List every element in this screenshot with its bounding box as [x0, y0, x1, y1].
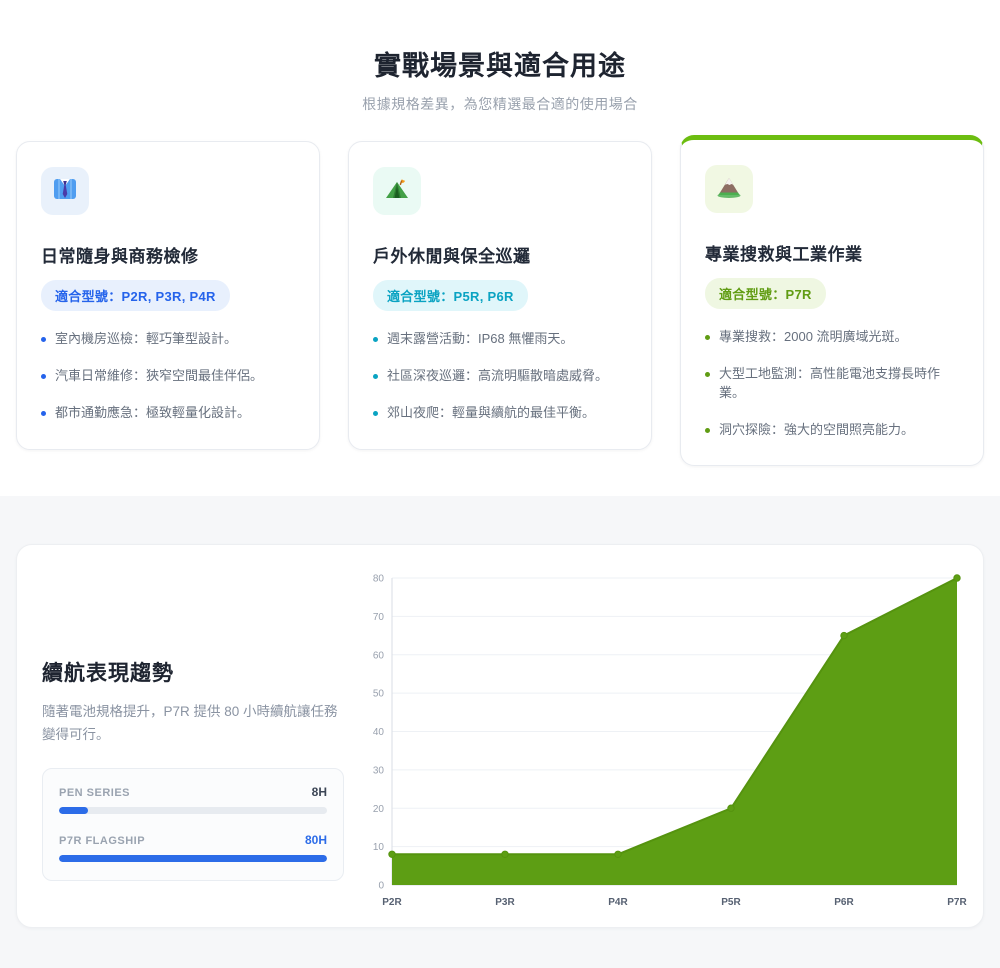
svg-text:10: 10: [373, 843, 385, 854]
bullet-dot: [705, 335, 710, 340]
progress-track: [59, 806, 327, 814]
list-item: 汽車日常維修：狹窄空間最佳伴侶。: [41, 367, 295, 386]
progress-fill: [59, 854, 327, 862]
card-title: 專業搜救與工業作業: [705, 245, 863, 264]
battery-bar-p7r-flagship: P7R FLAGSHIP 80H: [59, 833, 327, 862]
mountain-icon: [714, 172, 744, 207]
page-subtitle: 根據規格差異，為您精選最合適的使用場合: [362, 96, 638, 112]
battery-trend-chart: 0 10 20 30 40 50 60 70 80 P2R P3R P4R P5R P6R P7R: [373, 574, 968, 909]
battery-bar-pen-series: PEN SERIES 8H: [59, 785, 327, 814]
progress-track: [59, 854, 327, 862]
svg-text:0: 0: [378, 881, 384, 892]
list-item: 大型工地監測：高性能電池支撐長時作業。: [705, 365, 959, 403]
bar-label: P7R FLAGSHIP: [59, 834, 146, 847]
bullet-text: 大型工地監測：高性能電池支撐長時作業。: [719, 365, 941, 400]
svg-text:20: 20: [373, 804, 385, 815]
camping-tent-icon: [382, 174, 412, 209]
necktie-icon: [50, 174, 80, 209]
card-daily-business: 日常隨身與商務檢修 適合型號：P2R, P3R, P4R 室內機房巡檢：輕巧筆型…: [16, 141, 320, 450]
svg-text:40: 40: [373, 727, 385, 738]
battery-trend-description: 隨著電池規格提升，P7R 提供 80 小時續航讓任務變得可行。: [42, 704, 338, 742]
card-professional-industrial: 專業搜救與工業作業 適合型號：P7R 專業搜救：2000 流明廣域光斑。 大型工…: [680, 135, 984, 467]
list-item: 社區深夜巡邏：高流明驅散暗處威脅。: [373, 367, 627, 386]
svg-text:60: 60: [373, 651, 385, 662]
card-icon-box: [705, 165, 753, 213]
bullet-dot: [373, 410, 378, 416]
model-badge: 適合型號：P5R, P6R: [373, 280, 528, 311]
list-item: 週末露營活動：IP68 無懼雨天。: [373, 330, 627, 349]
svg-text:80: 80: [373, 574, 385, 585]
bullet-text: 郊山夜爬：輕量與續航的最佳平衡。: [387, 404, 596, 420]
bar-label: PEN SERIES: [59, 786, 131, 799]
list-item: 都市通勤應急：極致輕量化設計。: [41, 404, 295, 423]
list-item: 專業搜救：2000 流明廣域光斑。: [705, 328, 959, 347]
svg-text:P4R: P4R: [608, 897, 628, 908]
battery-trend-copy: 續航表現趨勢 隨著電池規格提升，P7R 提供 80 小時續航讓任務變得可行。 P…: [42, 657, 344, 881]
bar-value: 8H: [311, 784, 327, 799]
svg-text:P6R: P6R: [834, 897, 854, 908]
svg-text:P3R: P3R: [495, 897, 515, 908]
bullet-text: 社區深夜巡邏：高流明驅散暗處威脅。: [387, 367, 609, 383]
card-icon-box: [41, 167, 89, 215]
bullet-text: 都市通勤應急：極致輕量化設計。: [55, 404, 251, 420]
svg-text:70: 70: [373, 612, 385, 623]
list-item: 室內機房巡檢：輕巧筆型設計。: [41, 330, 295, 349]
model-badge: 適合型號：P2R, P3R, P4R: [41, 280, 230, 311]
bullet-text: 專業搜救：2000 流明廣域光斑。: [719, 329, 908, 344]
bullet-text: 室內機房巡檢：輕巧筆型設計。: [55, 331, 238, 346]
progress-fill: [59, 806, 89, 814]
svg-text:50: 50: [373, 689, 385, 700]
svg-text:30: 30: [373, 766, 385, 777]
bullet-dot: [41, 373, 46, 379]
list-item: 郊山夜爬：輕量與續航的最佳平衡。: [373, 404, 627, 423]
bullet-list: 專業搜救：2000 流明廣域光斑。 大型工地監測：高性能電池支撐長時作業。 洞穴…: [705, 328, 959, 439]
battery-trend-band: 續航表現趨勢 隨著電池規格提升，P7R 提供 80 小時續航讓任務變得可行。 P…: [0, 496, 1000, 968]
bar-value: 80H: [304, 832, 327, 847]
battery-trend-chart-area: 0 10 20 30 40 50 60 70 80 P2R P3R P4R P5R P6R P7R: [357, 565, 977, 917]
bullet-dot: [373, 337, 378, 342]
bullet-text: 週末露營活動：IP68 無懼雨天。: [387, 331, 574, 346]
bullet-dot: [705, 371, 710, 377]
bullet-text: 汽車日常維修：狹窄空間最佳伴侶。: [55, 367, 264, 383]
card-icon-box: [373, 167, 421, 215]
section-header: 實戰場景與適合用途 根據規格差異，為您精選最合適的使用場合: [0, 0, 1000, 114]
bullet-list: 週末露營活動：IP68 無懼雨天。 社區深夜巡邏：高流明驅散暗處威脅。 郊山夜爬…: [373, 330, 627, 423]
bullet-dot: [41, 337, 46, 342]
page-title: 實戰場景與適合用途: [374, 51, 626, 81]
card-title: 日常隨身與商務檢修: [41, 247, 199, 266]
bullet-list: 室內機房巡檢：輕巧筆型設計。 汽車日常維修：狹窄空間最佳伴侶。 都市通勤應急：極…: [41, 330, 295, 423]
bullet-dot: [373, 373, 378, 379]
card-title: 戶外休閒與保全巡邏: [373, 247, 531, 266]
battery-trend-panel: 續航表現趨勢 隨著電池規格提升，P7R 提供 80 小時續航讓任務變得可行。 P…: [16, 544, 984, 929]
list-item: 洞穴探險：強大的空間照亮能力。: [705, 421, 959, 440]
battery-trend-title: 續航表現趨勢: [42, 662, 174, 686]
battery-compare-card: PEN SERIES 8H P7R FLAGSHIP 80H: [42, 767, 344, 881]
model-badge: 適合型號：P7R: [705, 278, 826, 309]
svg-text:P7R: P7R: [947, 897, 967, 908]
use-case-cards: 日常隨身與商務檢修 適合型號：P2R, P3R, P4R 室內機房巡檢：輕巧筆型…: [0, 135, 1000, 467]
card-outdoor-security: 戶外休閒與保全巡邏 適合型號：P5R, P6R 週末露營活動：IP68 無懼雨天…: [348, 141, 652, 450]
bullet-dot: [41, 410, 46, 416]
svg-text:P5R: P5R: [721, 897, 741, 908]
svg-text:P2R: P2R: [382, 897, 402, 908]
bullet-dot: [705, 427, 710, 433]
bullet-text: 洞穴探險：強大的空間照亮能力。: [719, 421, 915, 437]
